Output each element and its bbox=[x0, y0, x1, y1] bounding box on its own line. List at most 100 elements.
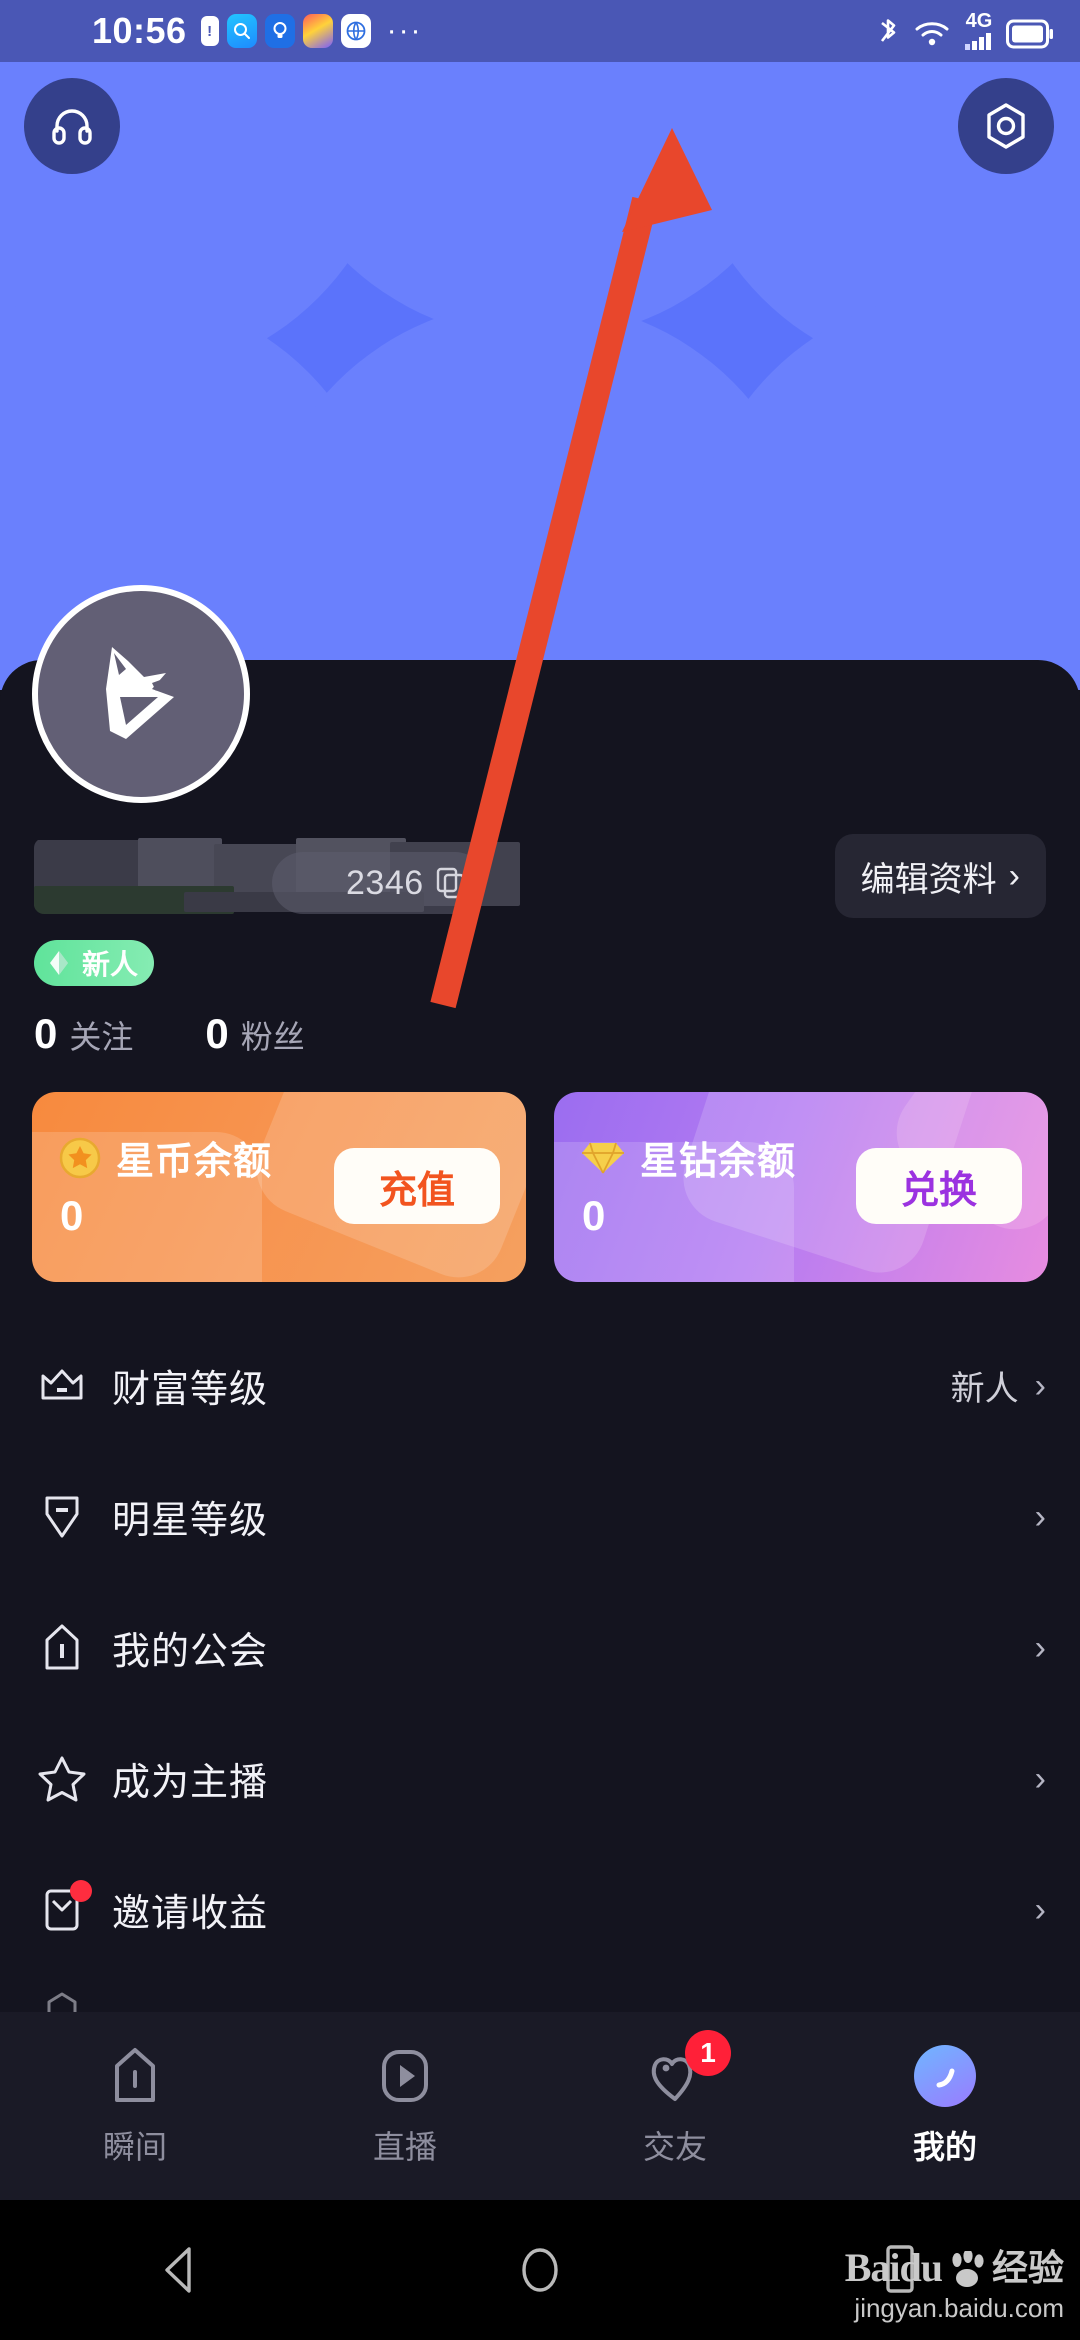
4g-icon: 4G bbox=[965, 10, 993, 32]
watermark-suffix: 经验 bbox=[991, 2247, 1064, 2288]
crown-icon bbox=[34, 1358, 90, 1414]
menu-item-star-level[interactable]: 明星等级 › bbox=[0, 1451, 1080, 1582]
nav-item-mine[interactable]: 我的 bbox=[810, 2044, 1080, 2168]
gold-coin-icon bbox=[59, 1137, 101, 1178]
live-icon bbox=[373, 2044, 437, 2108]
stat-following[interactable]: 0 关注 bbox=[34, 1010, 133, 1058]
status-app-icons: ! ··· bbox=[200, 14, 423, 48]
edit-profile-label: 编辑资料 bbox=[860, 860, 997, 899]
customer-support-button[interactable] bbox=[24, 78, 120, 174]
menu-item-label: 财富等级 bbox=[112, 1369, 269, 1411]
home-button[interactable] bbox=[360, 2239, 720, 2301]
invite-icon bbox=[34, 1879, 92, 1938]
profile-stats: 0 关注 0 粉丝 bbox=[34, 1010, 305, 1058]
stat-fans[interactable]: 0 粉丝 bbox=[205, 1010, 304, 1058]
diamond-icon bbox=[50, 951, 68, 975]
status-bar: 10:56 ! ··· 4G bbox=[0, 0, 1080, 62]
nav-item-label: 交友 bbox=[642, 2129, 707, 2165]
headphones-icon bbox=[52, 109, 92, 145]
back-triangle-icon bbox=[165, 2247, 191, 2293]
home-circle-icon bbox=[522, 2248, 558, 2292]
avatar[interactable] bbox=[32, 585, 250, 803]
wallet-cards: 星币余额 0 充值 星钻余额 0 兑换 bbox=[32, 1092, 1048, 1282]
copy-icon[interactable] bbox=[436, 867, 466, 899]
bulb-app-icon bbox=[264, 14, 295, 48]
watermark: Baidu 经验 jingyan.baidu.com bbox=[845, 2239, 1064, 2324]
chevron-right-icon: › bbox=[1034, 1628, 1046, 1667]
exchange-label: 兑换 bbox=[900, 1169, 977, 1212]
bluetooth-icon bbox=[880, 19, 896, 42]
shield-icon bbox=[34, 1489, 90, 1545]
chevron-right-icon: › bbox=[1034, 1366, 1046, 1405]
menu-item-label: 我的公会 bbox=[112, 1631, 269, 1673]
watermark-url: jingyan.baidu.com bbox=[854, 2293, 1064, 2323]
star-coin-title: 星币余额 bbox=[116, 1141, 273, 1183]
bottom-navigation: 瞬间 直播 1 交友 我的 bbox=[0, 2012, 1080, 2200]
notification-dot bbox=[70, 1879, 92, 1902]
menu-item-label: 邀请收益 bbox=[112, 1893, 269, 1935]
android-system-bar: Baidu 经验 jingyan.baidu.com bbox=[0, 2200, 1080, 2340]
fox-logo-avatar bbox=[106, 647, 174, 739]
stat-label: 粉丝 bbox=[240, 1019, 305, 1055]
star-diamond-value: 0 bbox=[582, 1192, 606, 1239]
star-coin-card[interactable]: 星币余额 0 充值 bbox=[32, 1092, 526, 1282]
stat-label: 关注 bbox=[69, 1019, 134, 1055]
chevron-right-icon: › bbox=[1034, 1890, 1046, 1929]
menu-item-wealth-level[interactable]: 财富等级 新人 › bbox=[0, 1320, 1080, 1451]
settings-button[interactable] bbox=[958, 78, 1054, 174]
user-id-text: 2346 bbox=[346, 863, 424, 902]
star-diamond-title: 星钻余额 bbox=[640, 1141, 797, 1183]
browser-app-icon bbox=[340, 14, 371, 48]
moments-icon bbox=[103, 2044, 167, 2108]
signal-icon bbox=[965, 33, 991, 50]
status-time: 10:56 bbox=[92, 10, 187, 51]
star-coin-value: 0 bbox=[60, 1192, 84, 1239]
nav-item-moments[interactable]: 瞬间 bbox=[0, 2044, 270, 2168]
nav-item-friends[interactable]: 1 交友 bbox=[540, 2030, 810, 2168]
profile-avatar-icon bbox=[913, 2044, 977, 2108]
watermark-brand: Baidu bbox=[844, 2245, 943, 2290]
recharge-label: 充值 bbox=[378, 1169, 455, 1212]
edit-profile-button[interactable]: 编辑资料 › bbox=[834, 834, 1046, 918]
user-id-pill[interactable]: 2346 bbox=[272, 852, 486, 914]
nav-item-label: 我的 bbox=[912, 2129, 977, 2165]
status-badge: 新人 bbox=[34, 940, 155, 986]
chevron-right-icon: › bbox=[1034, 1759, 1046, 1798]
profile-name-row: 2346 编辑资料 › bbox=[34, 834, 1046, 934]
battery-icon: ! bbox=[200, 16, 219, 46]
menu-item-my-guild[interactable]: 我的公会 › bbox=[0, 1582, 1080, 1713]
status-badge-label: 新人 bbox=[82, 949, 139, 980]
app-screen: 10:56 ! ··· 4G 2346 编辑资料 › 新人 0 关注 0 粉丝 … bbox=[0, 0, 1080, 2340]
nav-badge: 1 bbox=[685, 2030, 731, 2076]
recharge-button[interactable]: 充值 bbox=[334, 1148, 500, 1224]
status-right-icons: 4G bbox=[875, 11, 1054, 51]
status-overflow: ··· bbox=[386, 14, 423, 47]
menu-item-label: 成为主播 bbox=[112, 1762, 269, 1804]
hexagon-settings-icon bbox=[987, 103, 1025, 149]
settings-menu-list: 财富等级 新人 › 明星等级 › 我的公会 › 成为主播 › 邀请收益 › bbox=[0, 1320, 1080, 2035]
nav-item-label: 直播 bbox=[372, 2129, 437, 2165]
chevron-right-icon: › bbox=[1008, 857, 1020, 895]
menu-item-invite-earnings[interactable]: 邀请收益 › bbox=[0, 1844, 1080, 1975]
stat-value: 0 bbox=[205, 1010, 229, 1057]
nav-item-live[interactable]: 直播 bbox=[270, 2044, 540, 2168]
nav-item-label: 瞬间 bbox=[102, 2129, 167, 2165]
exchange-button[interactable]: 兑换 bbox=[856, 1148, 1022, 1224]
banner-circle bbox=[690, 290, 1080, 690]
diamond-gem-icon bbox=[582, 1142, 624, 1173]
star-diamond-card[interactable]: 星钻余额 0 兑换 bbox=[554, 1092, 1048, 1282]
stat-value: 0 bbox=[34, 1010, 58, 1057]
paw-icon bbox=[952, 2251, 984, 2287]
star-icon bbox=[34, 1751, 90, 1807]
menu-item-label: 明星等级 bbox=[112, 1500, 269, 1542]
heart-icon: 1 bbox=[643, 2030, 731, 2108]
chevron-right-icon: › bbox=[1034, 1497, 1046, 1536]
paint-app-icon bbox=[302, 14, 333, 48]
menu-item-become-streamer[interactable]: 成为主播 › bbox=[0, 1713, 1080, 1844]
search-app-icon bbox=[226, 14, 257, 48]
guild-icon bbox=[34, 1620, 90, 1676]
back-button[interactable] bbox=[0, 2241, 360, 2299]
battery-status-icon bbox=[1006, 19, 1053, 49]
wifi-icon bbox=[915, 22, 949, 46]
menu-item-value: 新人 bbox=[950, 1370, 1019, 1408]
